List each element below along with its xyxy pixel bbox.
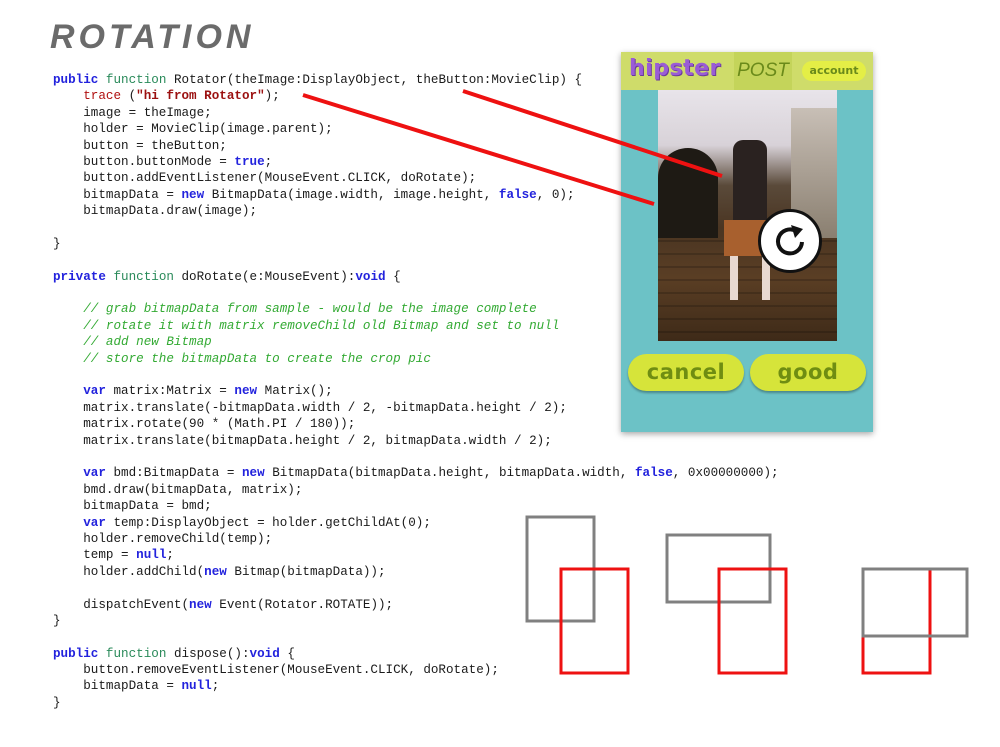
step2-target-rect <box>717 567 788 675</box>
step3-target-rect <box>861 567 932 675</box>
arrow-trace-to-image <box>302 93 655 206</box>
annotation-overlay <box>302 89 969 675</box>
arrow-button-to-rotate <box>462 89 723 178</box>
step3-translated-rect <box>861 567 969 638</box>
